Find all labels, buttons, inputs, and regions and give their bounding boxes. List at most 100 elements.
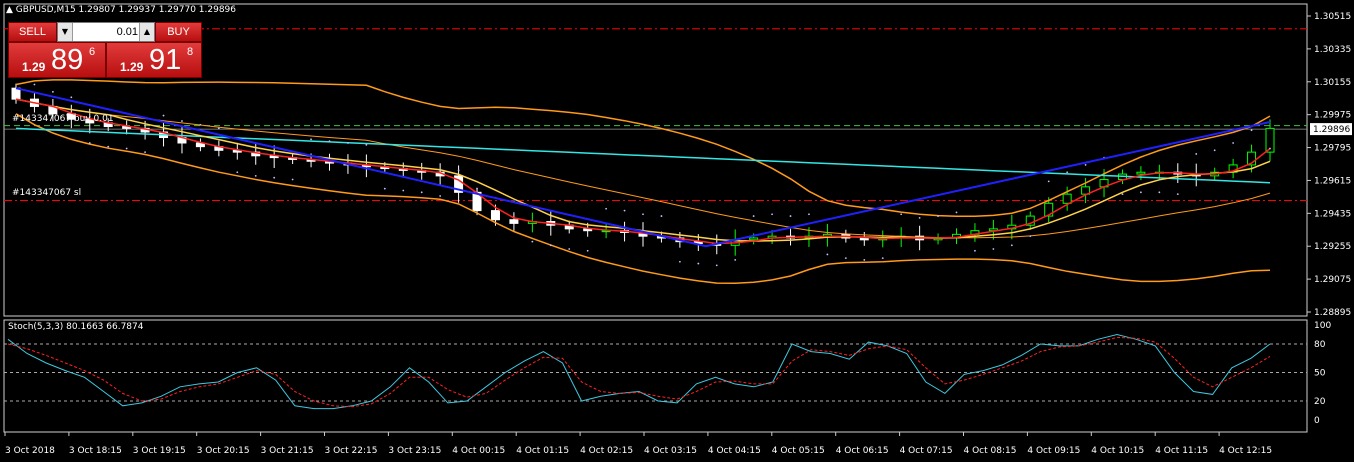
sar-dot <box>383 187 386 190</box>
time-tick-label: 3 Oct 18:15 <box>69 446 122 456</box>
sar-dot <box>642 213 644 216</box>
buy-price-fraction: 8 <box>187 46 194 58</box>
lot-decrease-button[interactable]: ▼ <box>58 23 73 41</box>
sar-dot <box>1232 142 1235 144</box>
sar-dot <box>1084 164 1087 166</box>
sell-price-button[interactable]: 1.29 89 6 <box>8 42 106 78</box>
sar-dot <box>531 240 534 243</box>
sar-dot <box>273 176 276 179</box>
sar-dot <box>33 83 36 86</box>
stoch-tick-label: 100 <box>1314 321 1331 331</box>
buy-price-prefix: 1.29 <box>120 60 144 74</box>
sar-dot <box>826 253 829 256</box>
sar-dot <box>51 90 54 93</box>
price-tick-label: 1.29795 <box>1314 144 1351 154</box>
price-tick-label: 1.30335 <box>1314 45 1351 55</box>
sar-dot <box>1269 147 1271 150</box>
sar-dot <box>254 174 257 177</box>
sell-price-fraction: 6 <box>89 46 96 58</box>
sar-dot <box>476 187 478 190</box>
current-price-label: 1.29896 <box>1313 125 1350 135</box>
time-tick-label: 4 Oct 03:15 <box>644 446 697 456</box>
sar-dot <box>217 127 220 130</box>
sar-dot <box>844 257 847 259</box>
sar-dot <box>1010 244 1013 247</box>
candle-body <box>749 237 759 241</box>
sar-dot <box>70 96 73 99</box>
sar-dot <box>808 213 810 216</box>
sar-dot <box>199 123 202 126</box>
sar-dot <box>918 217 921 219</box>
bollinger-lower <box>15 113 1271 285</box>
time-tick-label: 3 Oct 19:15 <box>133 446 186 456</box>
sar-dot <box>88 142 91 144</box>
sar-dot <box>900 213 903 216</box>
time-tick-label: 3 Oct 22:15 <box>325 446 378 456</box>
sar-dot <box>1195 153 1198 155</box>
sar-dot <box>771 213 773 216</box>
sar-dot <box>697 262 700 265</box>
sar-dot <box>1066 171 1069 174</box>
time-tick-label: 4 Oct 10:15 <box>1091 446 1144 456</box>
ma-yellow-line <box>15 98 1271 242</box>
sar-dot <box>549 244 552 247</box>
candle-body <box>509 219 519 224</box>
sar-dot <box>1029 235 1032 238</box>
sar-dot <box>125 147 128 150</box>
stochastic-label: Stoch(5,3,3) 80.1663 66.7874 <box>8 322 144 332</box>
sar-dot <box>623 209 626 212</box>
time-tick-label: 3 Oct 2018 <box>5 446 55 456</box>
time-tick-label: 3 Oct 20:15 <box>197 446 250 456</box>
one-click-trading-panel: SELL ▼ ▲ BUY 1.29 89 6 1.29 91 8 <box>8 22 202 78</box>
candle-body <box>1136 171 1146 175</box>
sar-dot <box>457 169 460 172</box>
sar-dot <box>974 249 976 252</box>
sar-dot <box>1047 180 1050 183</box>
sar-dot <box>937 215 939 217</box>
symbol-ohlc-text: GBPUSD,M15 1.29807 1.29937 1.29770 1.298… <box>15 5 236 15</box>
lot-size-control: ▼ ▲ <box>57 22 155 42</box>
sar-dot <box>291 178 294 181</box>
symbol-info: ▲ GBPUSD,M15 1.29807 1.29937 1.29770 1.2… <box>6 5 236 15</box>
price-chart[interactable]: 1.305151.303351.301551.299751.297951.296… <box>0 0 1354 462</box>
sar-dot <box>678 260 681 263</box>
stoch-frame <box>3 319 1308 433</box>
ma-red-line <box>15 98 1271 245</box>
price-tick-label: 1.29435 <box>1314 209 1351 219</box>
sar-dot <box>863 259 866 261</box>
candle-body <box>1062 193 1072 204</box>
stoch-tick-label: 20 <box>1314 397 1326 407</box>
time-tick-label: 4 Oct 01:15 <box>516 446 569 456</box>
time-tick-label: 4 Oct 11:15 <box>1155 446 1208 456</box>
lot-increase-button[interactable]: ▲ <box>139 23 154 41</box>
price-tick-label: 1.30155 <box>1314 78 1351 88</box>
price-tick-label: 1.29615 <box>1314 176 1351 186</box>
price-tick-label: 1.28895 <box>1314 308 1351 318</box>
sar-dot <box>402 189 405 192</box>
time-tick-label: 4 Oct 05:15 <box>772 446 825 456</box>
sar-dot <box>144 151 146 154</box>
sar-dot <box>1158 191 1161 194</box>
sell-price-prefix: 1.29 <box>22 60 46 74</box>
sar-dot <box>605 207 608 210</box>
time-tick-label: 4 Oct 12:15 <box>1219 446 1272 456</box>
lot-size-input[interactable] <box>74 24 140 40</box>
sar-dot <box>328 140 331 143</box>
sar-dot <box>1176 193 1179 196</box>
time-tick-label: 4 Oct 00:15 <box>452 446 505 456</box>
collapse-arrow-icon[interactable]: ▲ <box>6 5 13 15</box>
sar-dot <box>1213 149 1216 152</box>
sar-dot <box>734 259 737 261</box>
time-tick-label: 4 Oct 09:15 <box>1027 446 1080 456</box>
sell-button[interactable]: SELL <box>8 22 57 42</box>
sar-dot <box>752 215 755 217</box>
time-tick-label: 4 Oct 06:15 <box>836 446 889 456</box>
sar-dot <box>1250 129 1253 132</box>
buy-button[interactable]: BUY <box>155 22 202 42</box>
candles-group <box>11 83 1275 256</box>
sell-price-pips: 89 <box>51 44 84 76</box>
time-tick-label: 3 Oct 21:15 <box>261 446 314 456</box>
sar-dot <box>715 264 718 267</box>
buy-price-button[interactable]: 1.29 91 8 <box>106 42 202 78</box>
sar-dot <box>660 215 663 217</box>
